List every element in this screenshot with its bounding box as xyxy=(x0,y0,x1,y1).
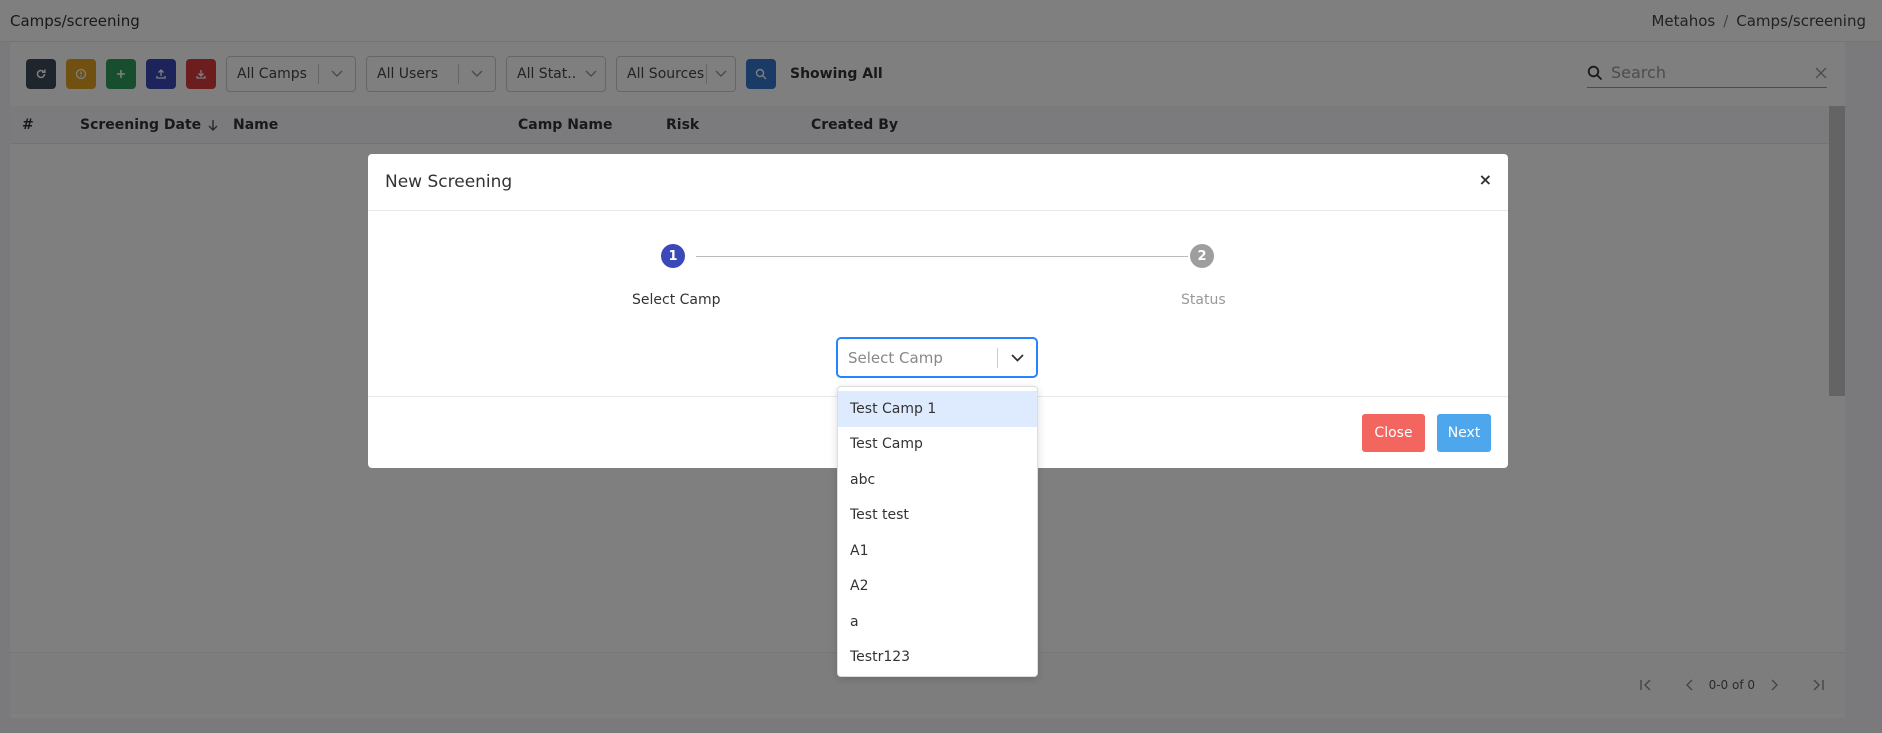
camp-option[interactable]: Test Camp 1 xyxy=(838,391,1037,427)
next-button[interactable]: Next xyxy=(1437,414,1491,452)
camp-option[interactable]: Test test xyxy=(838,498,1037,534)
step-connector xyxy=(696,256,1188,257)
close-button[interactable]: Close xyxy=(1362,414,1425,452)
step-2-label: Status xyxy=(1181,292,1226,308)
camp-option[interactable]: A2 xyxy=(838,569,1037,605)
step-2-indicator: 2 xyxy=(1190,244,1214,268)
stepper: 1 2 Select Camp Status xyxy=(368,211,1508,311)
camp-select-placeholder: Select Camp xyxy=(848,348,943,367)
close-icon[interactable]: × xyxy=(1479,170,1492,189)
camp-options-menu: Test Camp 1 Test Camp abc Test test A1 A… xyxy=(837,386,1038,677)
step-1-indicator: 1 xyxy=(661,244,685,268)
camp-option[interactable]: a xyxy=(838,604,1037,640)
camp-option[interactable]: A1 xyxy=(838,533,1037,569)
camp-option[interactable]: Test Camp xyxy=(838,427,1037,463)
chevron-down-icon[interactable] xyxy=(998,353,1036,362)
modal-title: New Screening xyxy=(385,172,513,192)
modal-header: New Screening × xyxy=(368,154,1508,211)
camp-select[interactable]: Select Camp xyxy=(837,338,1037,377)
camp-option[interactable]: abc xyxy=(838,462,1037,498)
camp-option[interactable]: Testr123 xyxy=(838,640,1037,676)
step-1-label: Select Camp xyxy=(632,292,721,308)
